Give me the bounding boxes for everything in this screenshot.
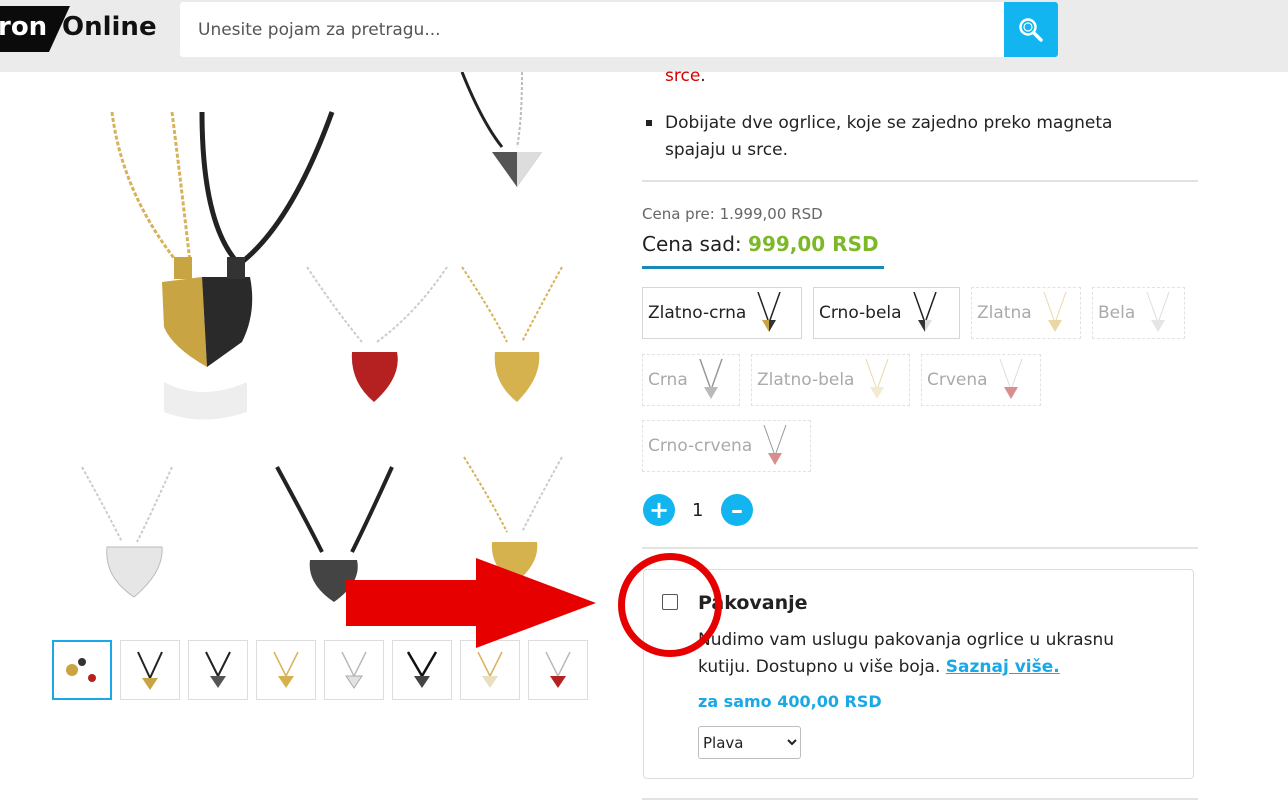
- thumbnail-6[interactable]: [392, 640, 452, 700]
- thumbnail-image: [406, 651, 438, 688]
- variant-crno-bela[interactable]: Crno-bela: [813, 287, 960, 339]
- thumbnail-3[interactable]: [188, 640, 248, 700]
- variant-thumbnail: [1043, 292, 1067, 332]
- variant-label: Crvena: [927, 370, 988, 390]
- packaging-price: za samo 400,00 RSD: [698, 692, 882, 711]
- variant-zlatna[interactable]: Zlatna: [971, 287, 1081, 339]
- divider: [642, 547, 1198, 549]
- variant-label: Crna: [648, 370, 688, 390]
- necklace-white: [81, 466, 173, 598]
- learn-more-link[interactable]: Saznaj više.: [946, 657, 1060, 677]
- variant-thumbnail: [912, 292, 937, 332]
- variant-thumbnail: [865, 359, 889, 399]
- variant-bela[interactable]: Bela: [1092, 287, 1185, 339]
- variant-label: Zlatno-bela: [757, 370, 855, 390]
- thumbnail-image: [273, 651, 299, 688]
- price-underline: [642, 266, 884, 269]
- variant-crno-crvena[interactable]: Crno-crvena: [642, 420, 811, 472]
- thumbnail-5[interactable]: [324, 640, 384, 700]
- logo-text-left[interactable]: ron: [0, 12, 47, 42]
- description-red-word: srce: [665, 66, 701, 86]
- variant-zlatno-crna[interactable]: Zlatno-crna: [642, 287, 802, 339]
- variant-thumbnail: [1146, 292, 1170, 332]
- variant-label: Crno-bela: [819, 303, 902, 323]
- thumbnail-strip: [52, 640, 588, 700]
- thumbnail-image: [477, 651, 503, 688]
- variant-label: Crno-crvena: [648, 436, 753, 456]
- necklace-gold: [461, 266, 563, 402]
- thumbnail-2[interactable]: [120, 640, 180, 700]
- search-icon: [1019, 17, 1043, 42]
- current-price: Cena sad: 999,00 RSD: [642, 232, 879, 256]
- description-bullet: Dobijate dve ogrlice, koje se zajedno pr…: [665, 113, 1113, 160]
- thumbnail-4[interactable]: [256, 640, 316, 700]
- necklace-red: [306, 266, 448, 402]
- thumbnail-image: [341, 651, 367, 689]
- variant-label: Zlatno-crna: [648, 303, 747, 323]
- search-button[interactable]: [1004, 2, 1058, 57]
- old-price: Cena pre: 1.999,00 RSD: [642, 205, 823, 223]
- variant-thumbnail: [699, 359, 723, 399]
- minus-icon: –: [731, 496, 743, 524]
- thumbnail-1[interactable]: [52, 640, 112, 700]
- packaging-description: Nudimo vam uslugu pakovanja ogrlice u uk…: [698, 627, 1168, 681]
- thumbnail-image: [137, 651, 163, 690]
- thumbnail-7[interactable]: [460, 640, 520, 700]
- bullet-marker: [646, 120, 652, 126]
- product-main-image[interactable]: [52, 72, 592, 632]
- variant-crna[interactable]: Crna: [642, 354, 740, 406]
- quantity-increase-button[interactable]: +: [643, 494, 675, 526]
- variant-label: Zlatna: [977, 303, 1032, 323]
- thumbnail-8[interactable]: [528, 640, 588, 700]
- header-bar: ron Online: [0, 0, 1288, 72]
- packaging-color-select[interactable]: Plava: [698, 726, 801, 759]
- quantity-value: 1: [692, 500, 704, 521]
- divider: [642, 180, 1198, 182]
- current-price-value: 999,00 RSD: [748, 232, 879, 256]
- variant-thumbnail: [999, 359, 1023, 399]
- description-text-tail: srce.: [665, 66, 706, 86]
- red-circle-annotation: [618, 553, 722, 657]
- thumbnail-image: [66, 658, 96, 682]
- thumbnail-image: [205, 651, 231, 688]
- variant-crvena[interactable]: Crvena: [921, 354, 1041, 406]
- necklace-gold-black-large: [110, 111, 335, 420]
- current-price-label: Cena sad:: [642, 232, 749, 256]
- red-arrow-annotation: [346, 558, 596, 648]
- variant-zlatno-bela[interactable]: Zlatno-bela: [751, 354, 910, 406]
- necklace-black-silver-small: [460, 72, 542, 187]
- description-period: .: [700, 66, 706, 86]
- search-input[interactable]: [180, 2, 1000, 57]
- variant-label: Bela: [1098, 303, 1136, 323]
- search-bar: [180, 2, 1058, 57]
- divider: [642, 798, 1198, 800]
- logo-text-right[interactable]: Online: [62, 12, 157, 42]
- quantity-decrease-button[interactable]: –: [721, 494, 753, 526]
- plus-icon: +: [648, 496, 670, 524]
- variant-thumbnail: [757, 292, 782, 332]
- thumbnail-image: [545, 651, 571, 688]
- variant-thumbnail: [763, 425, 787, 465]
